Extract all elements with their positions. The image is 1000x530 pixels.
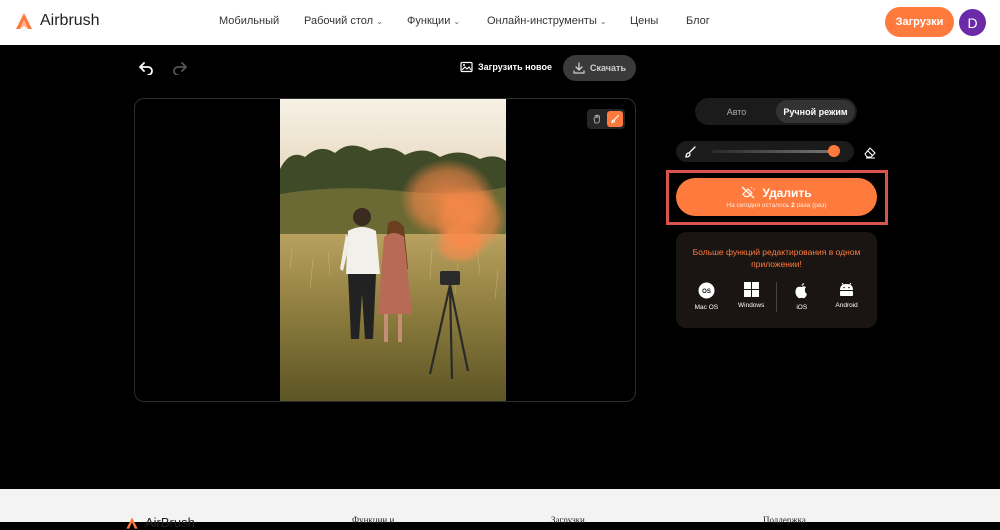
nav-item-mobile[interactable]: Мобильный bbox=[219, 15, 279, 27]
nav-label: Рабочий стол bbox=[304, 15, 374, 27]
delete-button[interactable]: Удалить На сегодня осталось 2 раза (раз) bbox=[676, 178, 877, 216]
remaining-suffix: раза (раз) bbox=[796, 201, 827, 209]
erase-object-icon bbox=[741, 186, 756, 199]
brand-logo[interactable]: Airbrush bbox=[14, 11, 100, 31]
brush-tool-button[interactable] bbox=[607, 111, 623, 127]
top-navigation-bar: Airbrush Мобильный Рабочий стол ⌄ Функции… bbox=[0, 0, 1000, 45]
nav-label: Функции bbox=[407, 15, 451, 27]
macos-icon: OS bbox=[698, 282, 715, 299]
chevron-down-icon: ⌄ bbox=[376, 16, 383, 26]
apple-icon bbox=[795, 283, 808, 299]
upload-new-label: Загрузить новое bbox=[478, 62, 552, 72]
remaining-count: 2 bbox=[791, 201, 795, 209]
platform-android[interactable]: Android bbox=[827, 282, 867, 309]
platform-list: OS Mac OS Windows iOS Android bbox=[676, 282, 877, 312]
brush-icon bbox=[685, 146, 696, 158]
download-icon bbox=[573, 62, 585, 74]
brush-size-slider-track[interactable] bbox=[712, 150, 836, 153]
redo-icon bbox=[173, 62, 187, 75]
footer-column-downloads[interactable]: Загрузки bbox=[551, 515, 585, 525]
nav-item-pricing[interactable]: Цены bbox=[630, 15, 658, 27]
brush-size-control bbox=[676, 141, 854, 162]
nav-label: Мобильный bbox=[219, 15, 280, 27]
photo-couple-in-field bbox=[280, 99, 506, 401]
page-footer: AirBrush Функции и Загрузки Поддержка bbox=[0, 489, 1000, 530]
hand-tool-button[interactable] bbox=[589, 111, 605, 127]
platform-divider bbox=[775, 282, 777, 312]
footer-brand-name: AirBrush bbox=[145, 515, 195, 530]
platform-windows[interactable]: Windows bbox=[731, 282, 771, 309]
redo-button[interactable] bbox=[170, 58, 190, 78]
airbrush-logo-icon bbox=[16, 13, 32, 29]
brush-icon bbox=[611, 114, 620, 124]
android-icon bbox=[840, 282, 854, 296]
nav-label: Онлайн-инструменты bbox=[487, 15, 597, 27]
chevron-down-icon: ⌄ bbox=[453, 16, 461, 26]
downloads-button[interactable]: Загрузки bbox=[885, 7, 954, 37]
upload-new-button[interactable]: Загрузить новое bbox=[460, 61, 552, 73]
nav-label: Блог bbox=[686, 15, 710, 27]
mode-switch: Авто Ручной режим bbox=[695, 98, 857, 125]
footer-column-features[interactable]: Функции и bbox=[352, 515, 394, 525]
remaining-uses-text: На сегодня осталось 2 раза (раз) bbox=[726, 202, 826, 209]
platform-label: iOS bbox=[796, 304, 808, 311]
undo-icon bbox=[139, 62, 153, 75]
editor-canvas[interactable] bbox=[134, 98, 636, 402]
mode-auto-tab[interactable]: Авто bbox=[697, 100, 776, 123]
download-button[interactable]: Скачать bbox=[563, 55, 636, 81]
nav-item-blog[interactable]: Блог bbox=[686, 15, 710, 27]
nav-item-online-tools[interactable]: Онлайн-инструменты ⌄ bbox=[487, 15, 607, 27]
image-upload-icon bbox=[460, 61, 473, 73]
user-avatar[interactable]: D bbox=[959, 9, 986, 36]
eraser-button[interactable] bbox=[860, 142, 880, 162]
remaining-prefix: На сегодня осталось bbox=[726, 201, 790, 209]
delete-label: Удалить bbox=[762, 185, 812, 200]
footer-brand[interactable]: AirBrush bbox=[125, 515, 195, 530]
windows-icon bbox=[743, 282, 759, 297]
delete-main: Удалить bbox=[741, 185, 812, 200]
brand-name: Airbrush bbox=[40, 12, 100, 29]
platform-label: Windows bbox=[738, 302, 765, 309]
brush-size-slider-handle[interactable] bbox=[828, 145, 840, 157]
mode-manual-tab[interactable]: Ручной режим bbox=[776, 100, 855, 123]
chevron-down-icon: ⌄ bbox=[599, 16, 607, 26]
app-promo-card: Больше функций редактирования в одном пр… bbox=[676, 232, 877, 328]
promo-text: Больше функций редактирования в одном пр… bbox=[692, 247, 861, 269]
platform-label: Android bbox=[835, 302, 858, 309]
nav-label: Цены bbox=[630, 15, 659, 27]
download-label: Скачать bbox=[590, 63, 626, 73]
footer-column-support[interactable]: Поддержка bbox=[763, 515, 806, 525]
undo-button[interactable] bbox=[136, 58, 156, 78]
hand-icon bbox=[593, 114, 600, 124]
svg-text:OS: OS bbox=[702, 289, 711, 295]
platform-macos[interactable]: OS Mac OS bbox=[686, 282, 726, 311]
edited-photo bbox=[280, 99, 506, 401]
airbrush-logo-icon bbox=[126, 516, 138, 529]
nav-item-features[interactable]: Функции ⌄ bbox=[407, 15, 460, 27]
eraser-icon bbox=[864, 147, 876, 159]
nav-item-desktop[interactable]: Рабочий стол ⌄ bbox=[304, 15, 383, 27]
platform-label: Mac OS bbox=[694, 304, 719, 311]
platform-ios[interactable]: iOS bbox=[782, 282, 822, 311]
pan-brush-toggle bbox=[587, 109, 625, 129]
